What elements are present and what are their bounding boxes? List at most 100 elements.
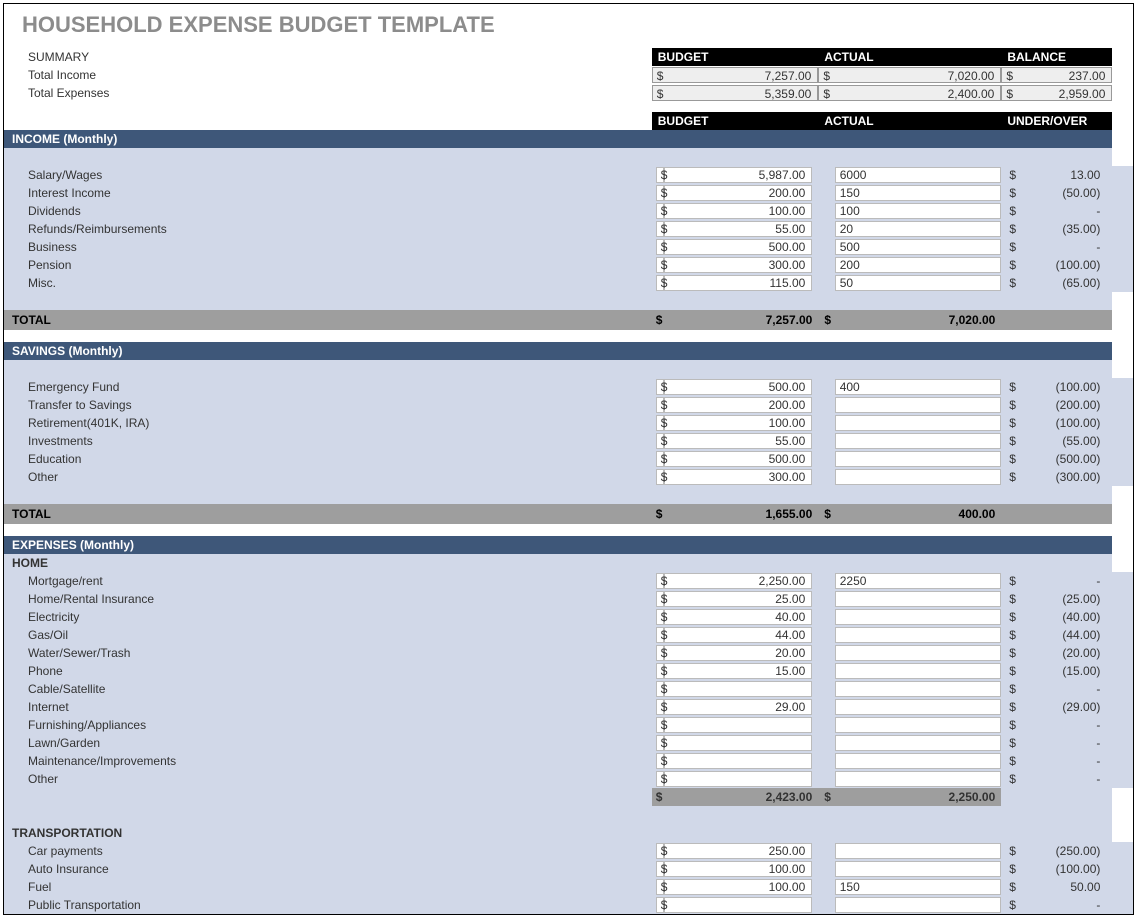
budget-cell[interactable]: 500.00 [664,451,812,467]
budget-cell[interactable]: 100.00 [664,203,812,219]
actual-cell[interactable]: 150 [835,185,1002,201]
actual-cell[interactable]: 50 [835,275,1002,291]
line-item-row: Cable/Satellite $ $ - [4,680,1133,698]
actual-cell[interactable] [835,753,1002,769]
budget-cell[interactable]: 300.00 [664,257,812,273]
underover-value: - [1020,896,1113,914]
budget-cell[interactable]: 100.00 [664,415,812,431]
subtotal-actual: 2,250.00 [829,788,1002,806]
summary-actual-value: 2,400.00 [830,86,1000,100]
budget-cell[interactable]: 29.00 [664,699,812,715]
summary-row-0: Total Income $7,257.00 $7,020.00 $237.00 [4,66,1133,84]
budget-cell[interactable]: 250.00 [664,843,812,859]
budget-cell[interactable]: 100.00 [664,879,812,895]
budget-cell[interactable]: 500.00 [664,379,812,395]
line-label: Auto Insurance [4,860,652,878]
budget-cell[interactable]: 5,987.00 [664,167,812,183]
line-item-row: Transfer to Savings $ 200.00 $ (200.00) [4,396,1133,414]
hdr-balance: BALANCE [1001,48,1112,66]
actual-cell[interactable] [835,735,1002,751]
underover-value: (35.00) [1020,220,1113,238]
budget-cell[interactable]: 200.00 [664,397,812,413]
line-label: Refunds/Reimbursements [4,220,652,238]
actual-cell[interactable] [835,699,1002,715]
budget-cell[interactable] [664,753,812,769]
actual-cell[interactable]: 200 [835,257,1002,273]
actual-cell[interactable] [835,415,1002,431]
summary-row-label: Total Expenses [4,84,652,102]
budget-cell[interactable]: 300.00 [664,469,812,485]
budget-cell[interactable]: 20.00 [664,645,812,661]
hdr2-budget: BUDGET [652,112,819,130]
actual-cell[interactable]: 6000 [835,167,1002,183]
actual-cell[interactable] [835,717,1002,733]
underover-value: - [1020,572,1113,590]
section-title-bar: INCOME (Monthly) [4,130,1133,148]
actual-cell[interactable] [835,897,1002,913]
budget-cell[interactable]: 55.00 [664,433,812,449]
expense-group-header: TRANSPORTATION [4,824,1133,842]
actual-cell[interactable] [835,397,1002,413]
budget-cell[interactable]: 2,250.00 [664,573,812,589]
underover-value: (40.00) [1020,608,1113,626]
actual-cell[interactable] [835,771,1002,787]
budget-cell[interactable] [664,897,812,913]
actual-cell[interactable]: 500 [835,239,1002,255]
line-label: Electricity [4,608,652,626]
actual-cell[interactable] [835,591,1002,607]
line-label: Mortgage/rent [4,572,652,590]
line-label: Gas/Oil [4,626,652,644]
underover-value: (100.00) [1020,378,1113,396]
summary-row-1: Total Expenses $5,359.00 $2,400.00 $2,95… [4,84,1133,102]
line-label: Transfer to Savings [4,396,652,414]
actual-cell[interactable]: 100 [835,203,1002,219]
budget-cell[interactable]: 15.00 [664,663,812,679]
line-label: Lawn/Garden [4,734,652,752]
underover-value: 13.00 [1020,166,1113,184]
underover-value: (29.00) [1020,698,1113,716]
section-total-row: TOTAL $ 1,655.00 $ 400.00 [4,504,1133,524]
actual-cell[interactable] [835,451,1002,467]
actual-cell[interactable]: 2250 [835,573,1002,589]
budget-cell[interactable]: 40.00 [664,609,812,625]
budget-cell[interactable]: 500.00 [664,239,812,255]
page-title: HOUSEHOLD EXPENSE BUDGET TEMPLATE [22,12,1133,38]
budget-cell[interactable]: 100.00 [664,861,812,877]
summary-budget-value: 5,359.00 [663,86,817,100]
actual-cell[interactable] [835,681,1002,697]
line-label: Phone [4,662,652,680]
underover-value: (500.00) [1020,450,1113,468]
budget-cell[interactable]: 55.00 [664,221,812,237]
actual-cell[interactable]: 400 [835,379,1002,395]
line-label: Education [4,450,652,468]
actual-cell[interactable]: 20 [835,221,1002,237]
budget-cell[interactable] [664,681,812,697]
hdr-budget: BUDGET [652,48,819,66]
line-label: Pension [4,256,652,274]
actual-cell[interactable] [835,861,1002,877]
actual-cell[interactable] [835,843,1002,859]
underover-value: (250.00) [1020,842,1113,860]
line-label: Internet [4,698,652,716]
actual-cell[interactable] [835,663,1002,679]
budget-cell[interactable]: 44.00 [664,627,812,643]
actual-cell[interactable] [835,469,1002,485]
actual-cell[interactable] [835,609,1002,625]
budget-cell[interactable]: 25.00 [664,591,812,607]
actual-cell[interactable] [835,433,1002,449]
budget-cell[interactable] [664,735,812,751]
line-item-row: Maintenance/Improvements $ $ - [4,752,1133,770]
budget-cell[interactable]: 115.00 [664,275,812,291]
line-item-row: Dividends $ 100.00 100 $ - [4,202,1133,220]
budget-cell[interactable] [664,771,812,787]
actual-cell[interactable]: 150 [835,879,1002,895]
total-actual: 7,020.00 [835,310,1002,330]
underover-value: - [1020,752,1113,770]
actual-cell[interactable] [835,645,1002,661]
hdr2-underover: UNDER/OVER [1001,112,1112,130]
underover-value: (300.00) [1020,468,1113,486]
actual-cell[interactable] [835,627,1002,643]
budget-cell[interactable]: 200.00 [664,185,812,201]
line-item-row: Misc. $ 115.00 50 $ (65.00) [4,274,1133,292]
budget-cell[interactable] [664,717,812,733]
